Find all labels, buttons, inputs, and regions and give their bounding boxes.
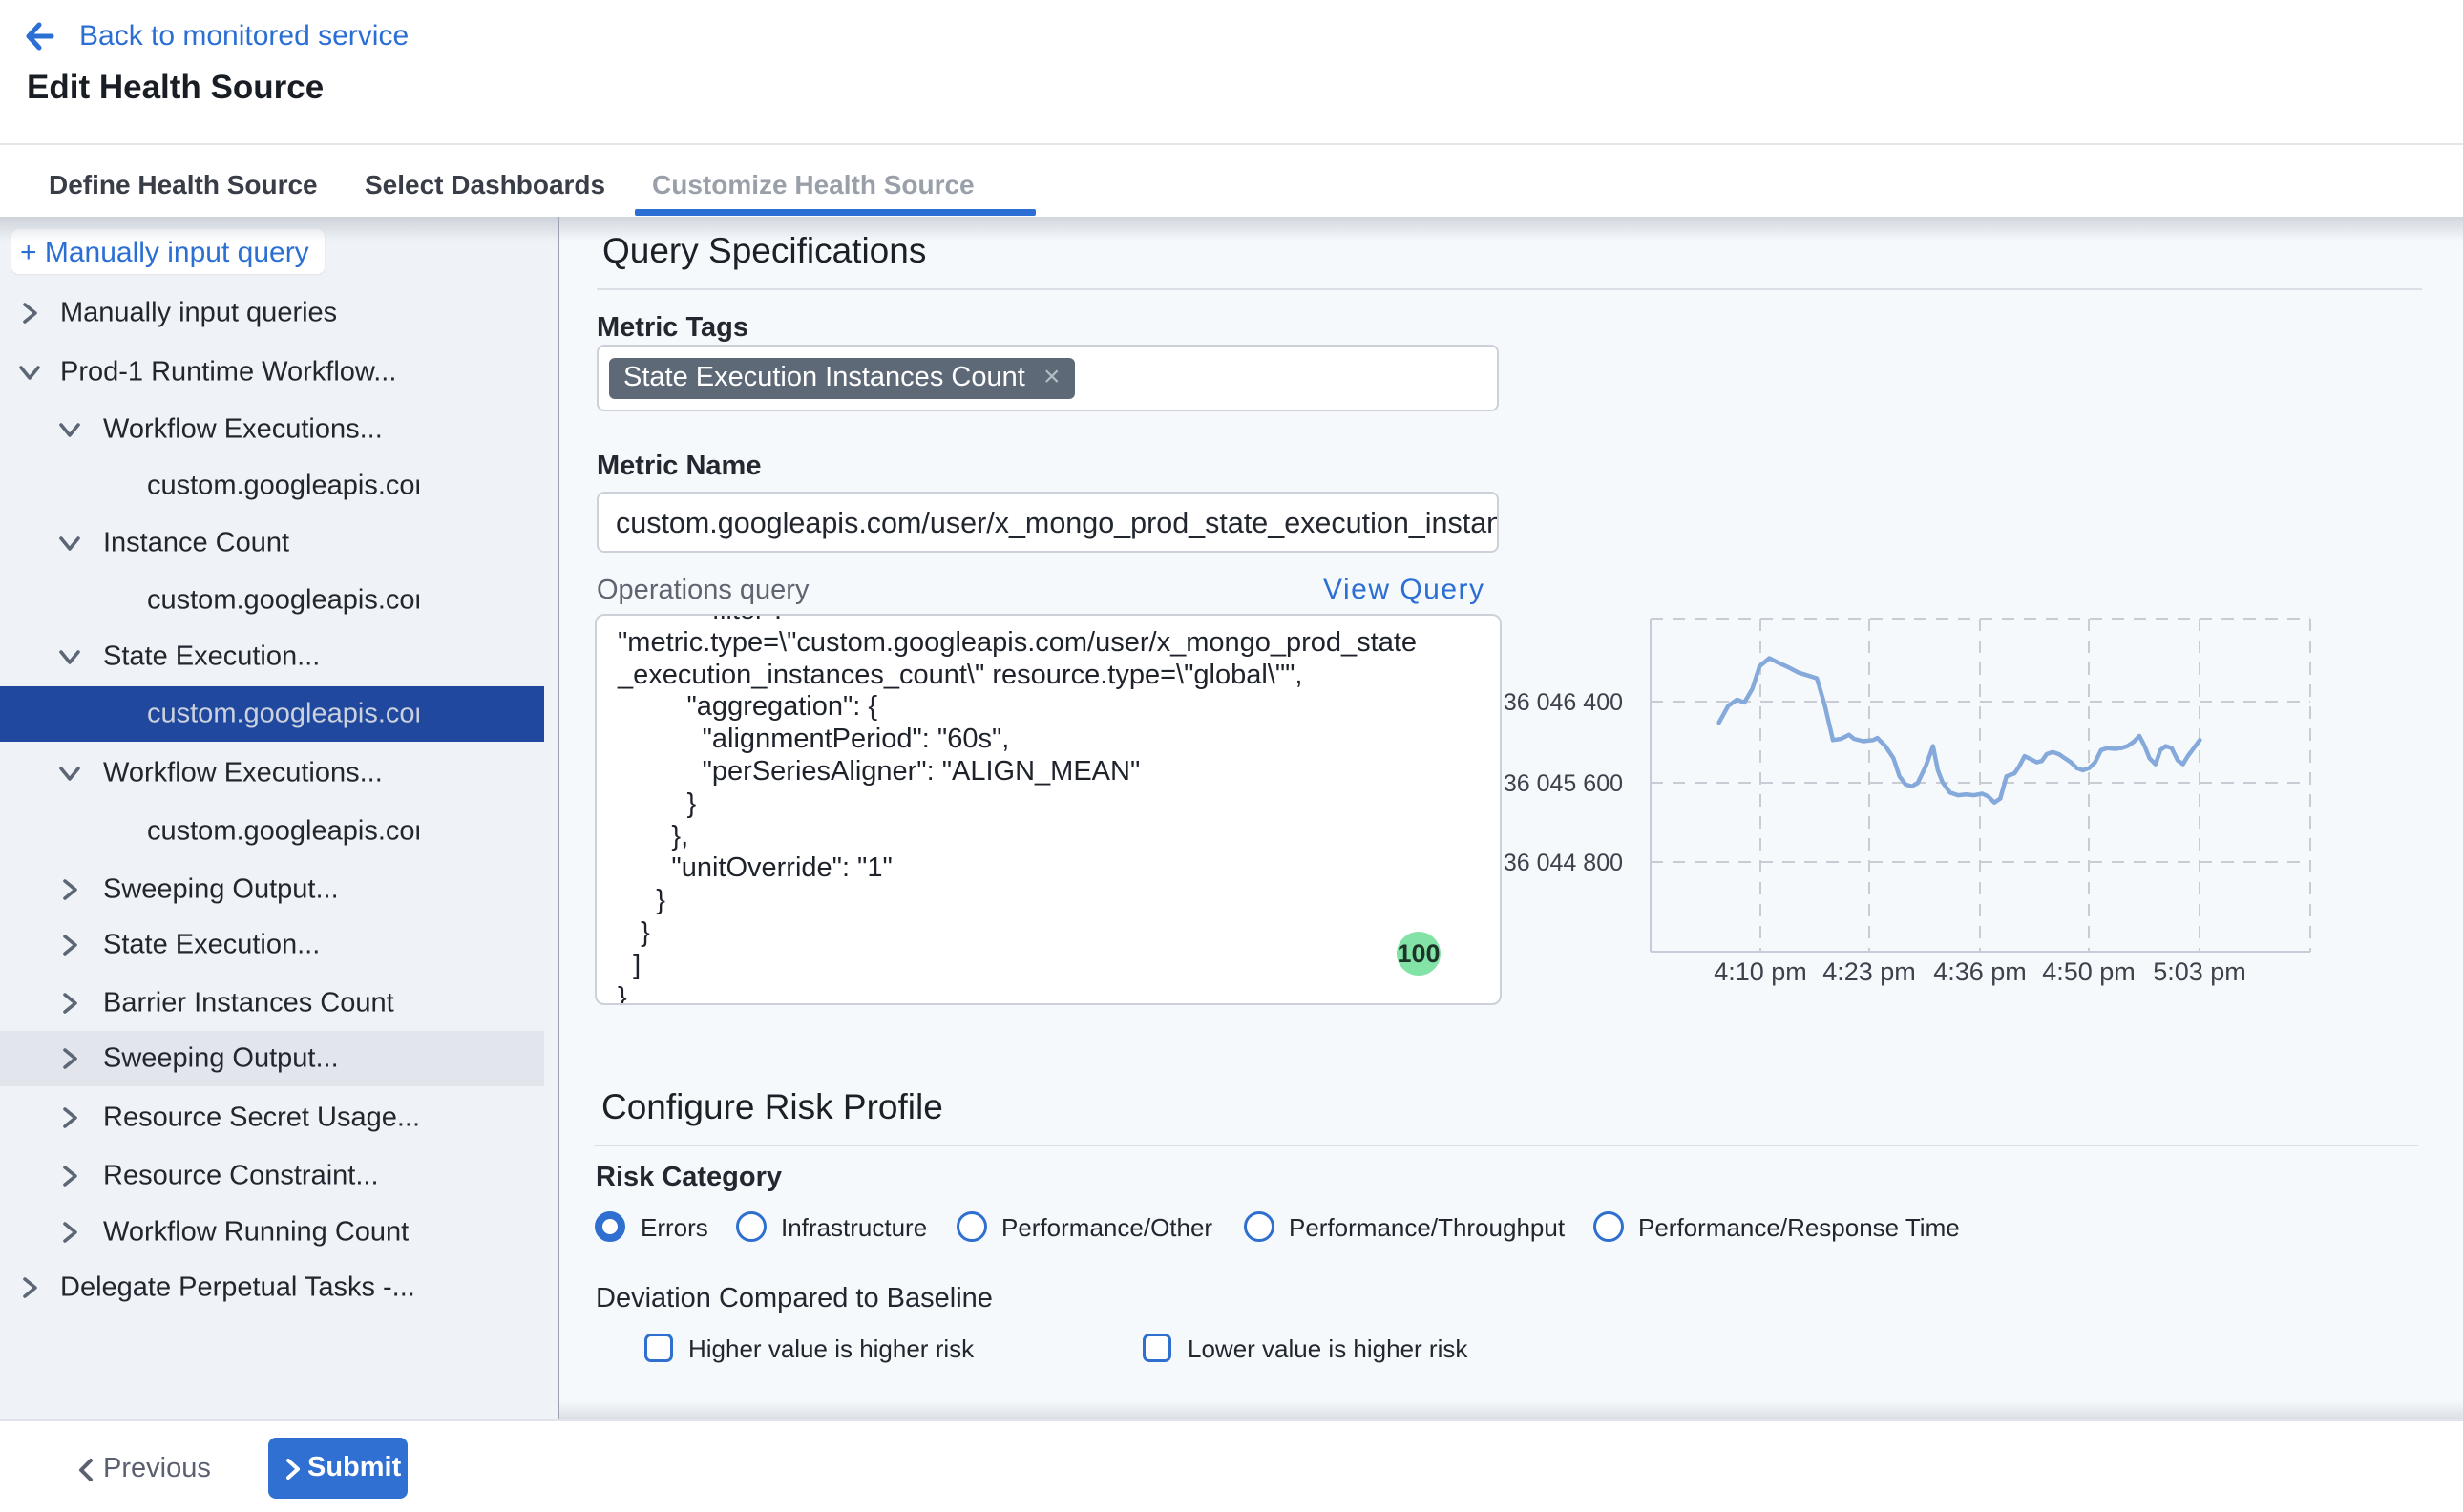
- svg-text:4:50 pm: 4:50 pm: [2042, 957, 2136, 986]
- svg-text:36 044 800: 36 044 800: [1504, 850, 1623, 876]
- svg-text:36 046 400: 36 046 400: [1504, 689, 1623, 716]
- svg-text:36 045 600: 36 045 600: [1504, 770, 1623, 797]
- svg-text:5:03 pm: 5:03 pm: [2153, 957, 2246, 986]
- svg-text:4:36 pm: 4:36 pm: [1933, 957, 2027, 986]
- svg-text:4:23 pm: 4:23 pm: [1822, 957, 1916, 986]
- svg-text:4:10 pm: 4:10 pm: [1714, 957, 1807, 986]
